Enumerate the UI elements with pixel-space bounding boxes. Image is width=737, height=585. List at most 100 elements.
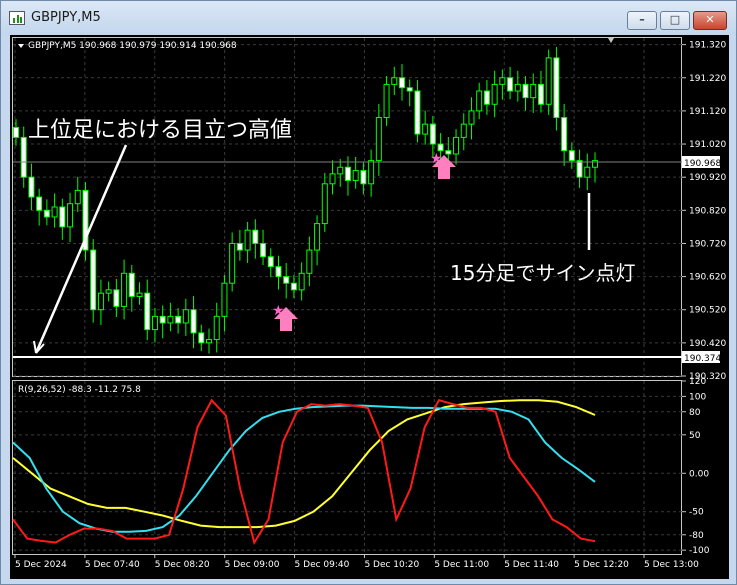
price-label: 191.220	[689, 74, 726, 84]
time-axis: 5 Dec 2024 5 Dec 07:40 5 Dec 08:20 5 Dec 09…	[14, 554, 699, 570]
window-title: GBPJPY,M5	[31, 10, 101, 25]
main-grid	[13, 38, 682, 377]
price-axis: 191.320 191.220 191.120 191.020 190.920 190.8…	[682, 41, 726, 382]
candle-body	[20, 136, 27, 178]
yellow-line	[12, 399, 596, 529]
candle-body	[244, 229, 251, 251]
collapse-arrow-icon[interactable]	[18, 44, 24, 48]
candle-body	[383, 83, 390, 119]
candle-body	[167, 315, 174, 324]
candle-body	[213, 315, 220, 341]
minimize-button[interactable]: –	[627, 11, 657, 30]
title-bar[interactable]: GBPJPY,M5 – □ ✕	[1, 1, 736, 35]
candle-body	[437, 143, 444, 152]
chart-area[interactable]: 191.320 191.220 191.120 191.020 190.920 190.8…	[10, 35, 729, 579]
price-label: 190.820	[689, 206, 726, 216]
time-label: 5 Dec 11:40	[504, 560, 559, 570]
candle-body	[344, 166, 351, 181]
candle-body	[144, 292, 151, 331]
candle-body	[352, 170, 359, 181]
candle-body	[105, 289, 112, 294]
candle-body	[182, 309, 189, 324]
candle-body	[283, 276, 290, 284]
candle-body	[136, 292, 143, 297]
candle-body	[198, 332, 205, 344]
level-price-text: 190.374	[684, 354, 721, 364]
candle-body	[90, 249, 97, 311]
indicator-scale-label: 80	[689, 408, 701, 418]
candle-body	[67, 203, 74, 228]
indicator-scale-label: 120	[689, 377, 706, 387]
candle-body	[553, 57, 560, 119]
candle-body	[260, 242, 267, 258]
candle-body	[422, 123, 429, 135]
price-label: 191.020	[689, 140, 726, 150]
chart-canvas[interactable]: 191.320 191.220 191.120 191.020 190.920 190.8…	[10, 35, 729, 579]
indicator-scale-label: 0.00	[689, 469, 709, 479]
symbol-info: GBPJPY,M5 190.968 190.979 190.914 190.96…	[28, 41, 237, 51]
maximize-button[interactable]: □	[660, 11, 690, 30]
price-label: 190.920	[689, 173, 726, 183]
chart-shift-icon[interactable]	[608, 38, 614, 43]
candle-body	[321, 183, 328, 225]
candle-body	[406, 87, 413, 92]
close-button[interactable]: ✕	[693, 11, 727, 30]
time-label: 5 Dec 10:20	[364, 560, 419, 570]
candle-body	[483, 90, 490, 105]
time-label: 5 Dec 09:40	[295, 560, 350, 570]
candle-body	[368, 160, 375, 185]
candle-body	[13, 126, 19, 138]
indicator-scale-label: 100	[689, 392, 706, 402]
terminal-window: GBPJPY,M5 – □ ✕ 191.320 191.220 191.120 191…	[0, 0, 737, 585]
candle-body	[507, 77, 514, 92]
candle-body	[275, 266, 282, 278]
indicator-info: R(9,26,52) -88.3 -11.2 75.8	[18, 385, 141, 395]
candle-body	[584, 166, 591, 178]
price-label: 190.520	[689, 306, 726, 316]
candle-body	[74, 189, 81, 205]
candle-body	[399, 77, 405, 89]
candle-body	[306, 249, 313, 274]
candle-body	[97, 292, 104, 311]
candle-body	[206, 339, 212, 344]
candle-body	[43, 209, 50, 218]
cyan-line	[12, 404, 596, 533]
candle-body	[229, 242, 236, 284]
candle-body	[460, 123, 467, 138]
candle-body	[151, 315, 158, 331]
candle-body	[491, 83, 498, 105]
candle-body	[522, 83, 529, 99]
candle-body	[314, 223, 321, 251]
candle-body	[190, 309, 197, 334]
indicator-scale-label: -100	[689, 546, 710, 556]
candle-body	[298, 272, 305, 291]
candle-body	[561, 117, 568, 152]
price-label: 190.720	[689, 239, 726, 249]
chart-icon	[9, 11, 25, 25]
candle-body	[329, 173, 336, 185]
time-label: 5 Dec 2024	[15, 560, 67, 570]
candle-body	[128, 272, 135, 297]
candle-body	[514, 83, 521, 92]
red-line	[12, 398, 596, 546]
candle-body	[476, 90, 483, 112]
candle-body	[290, 282, 297, 291]
candle-body	[537, 83, 544, 105]
candle-body	[391, 77, 398, 85]
candle-body	[375, 117, 382, 162]
indicator-lines	[12, 398, 596, 546]
indicator-scale-label: -50	[689, 508, 704, 518]
candle-body	[360, 170, 367, 185]
time-label: 5 Dec 12:20	[574, 560, 629, 570]
time-label: 5 Dec 13:00	[644, 560, 699, 570]
candle-body	[36, 196, 43, 211]
candle-body	[175, 315, 182, 324]
candle-body	[429, 123, 436, 145]
candle-body	[236, 242, 243, 251]
time-label: 5 Dec 07:40	[85, 560, 140, 570]
current-price-text: 190.968	[684, 159, 721, 169]
signal-annotation: 15分足でサイン点灯	[450, 261, 635, 285]
candle-body	[267, 256, 274, 268]
indicator-axis: 120 100 80 50 0.00 -50 -80 -100	[682, 377, 710, 556]
time-label: 5 Dec 11:00	[434, 560, 489, 570]
